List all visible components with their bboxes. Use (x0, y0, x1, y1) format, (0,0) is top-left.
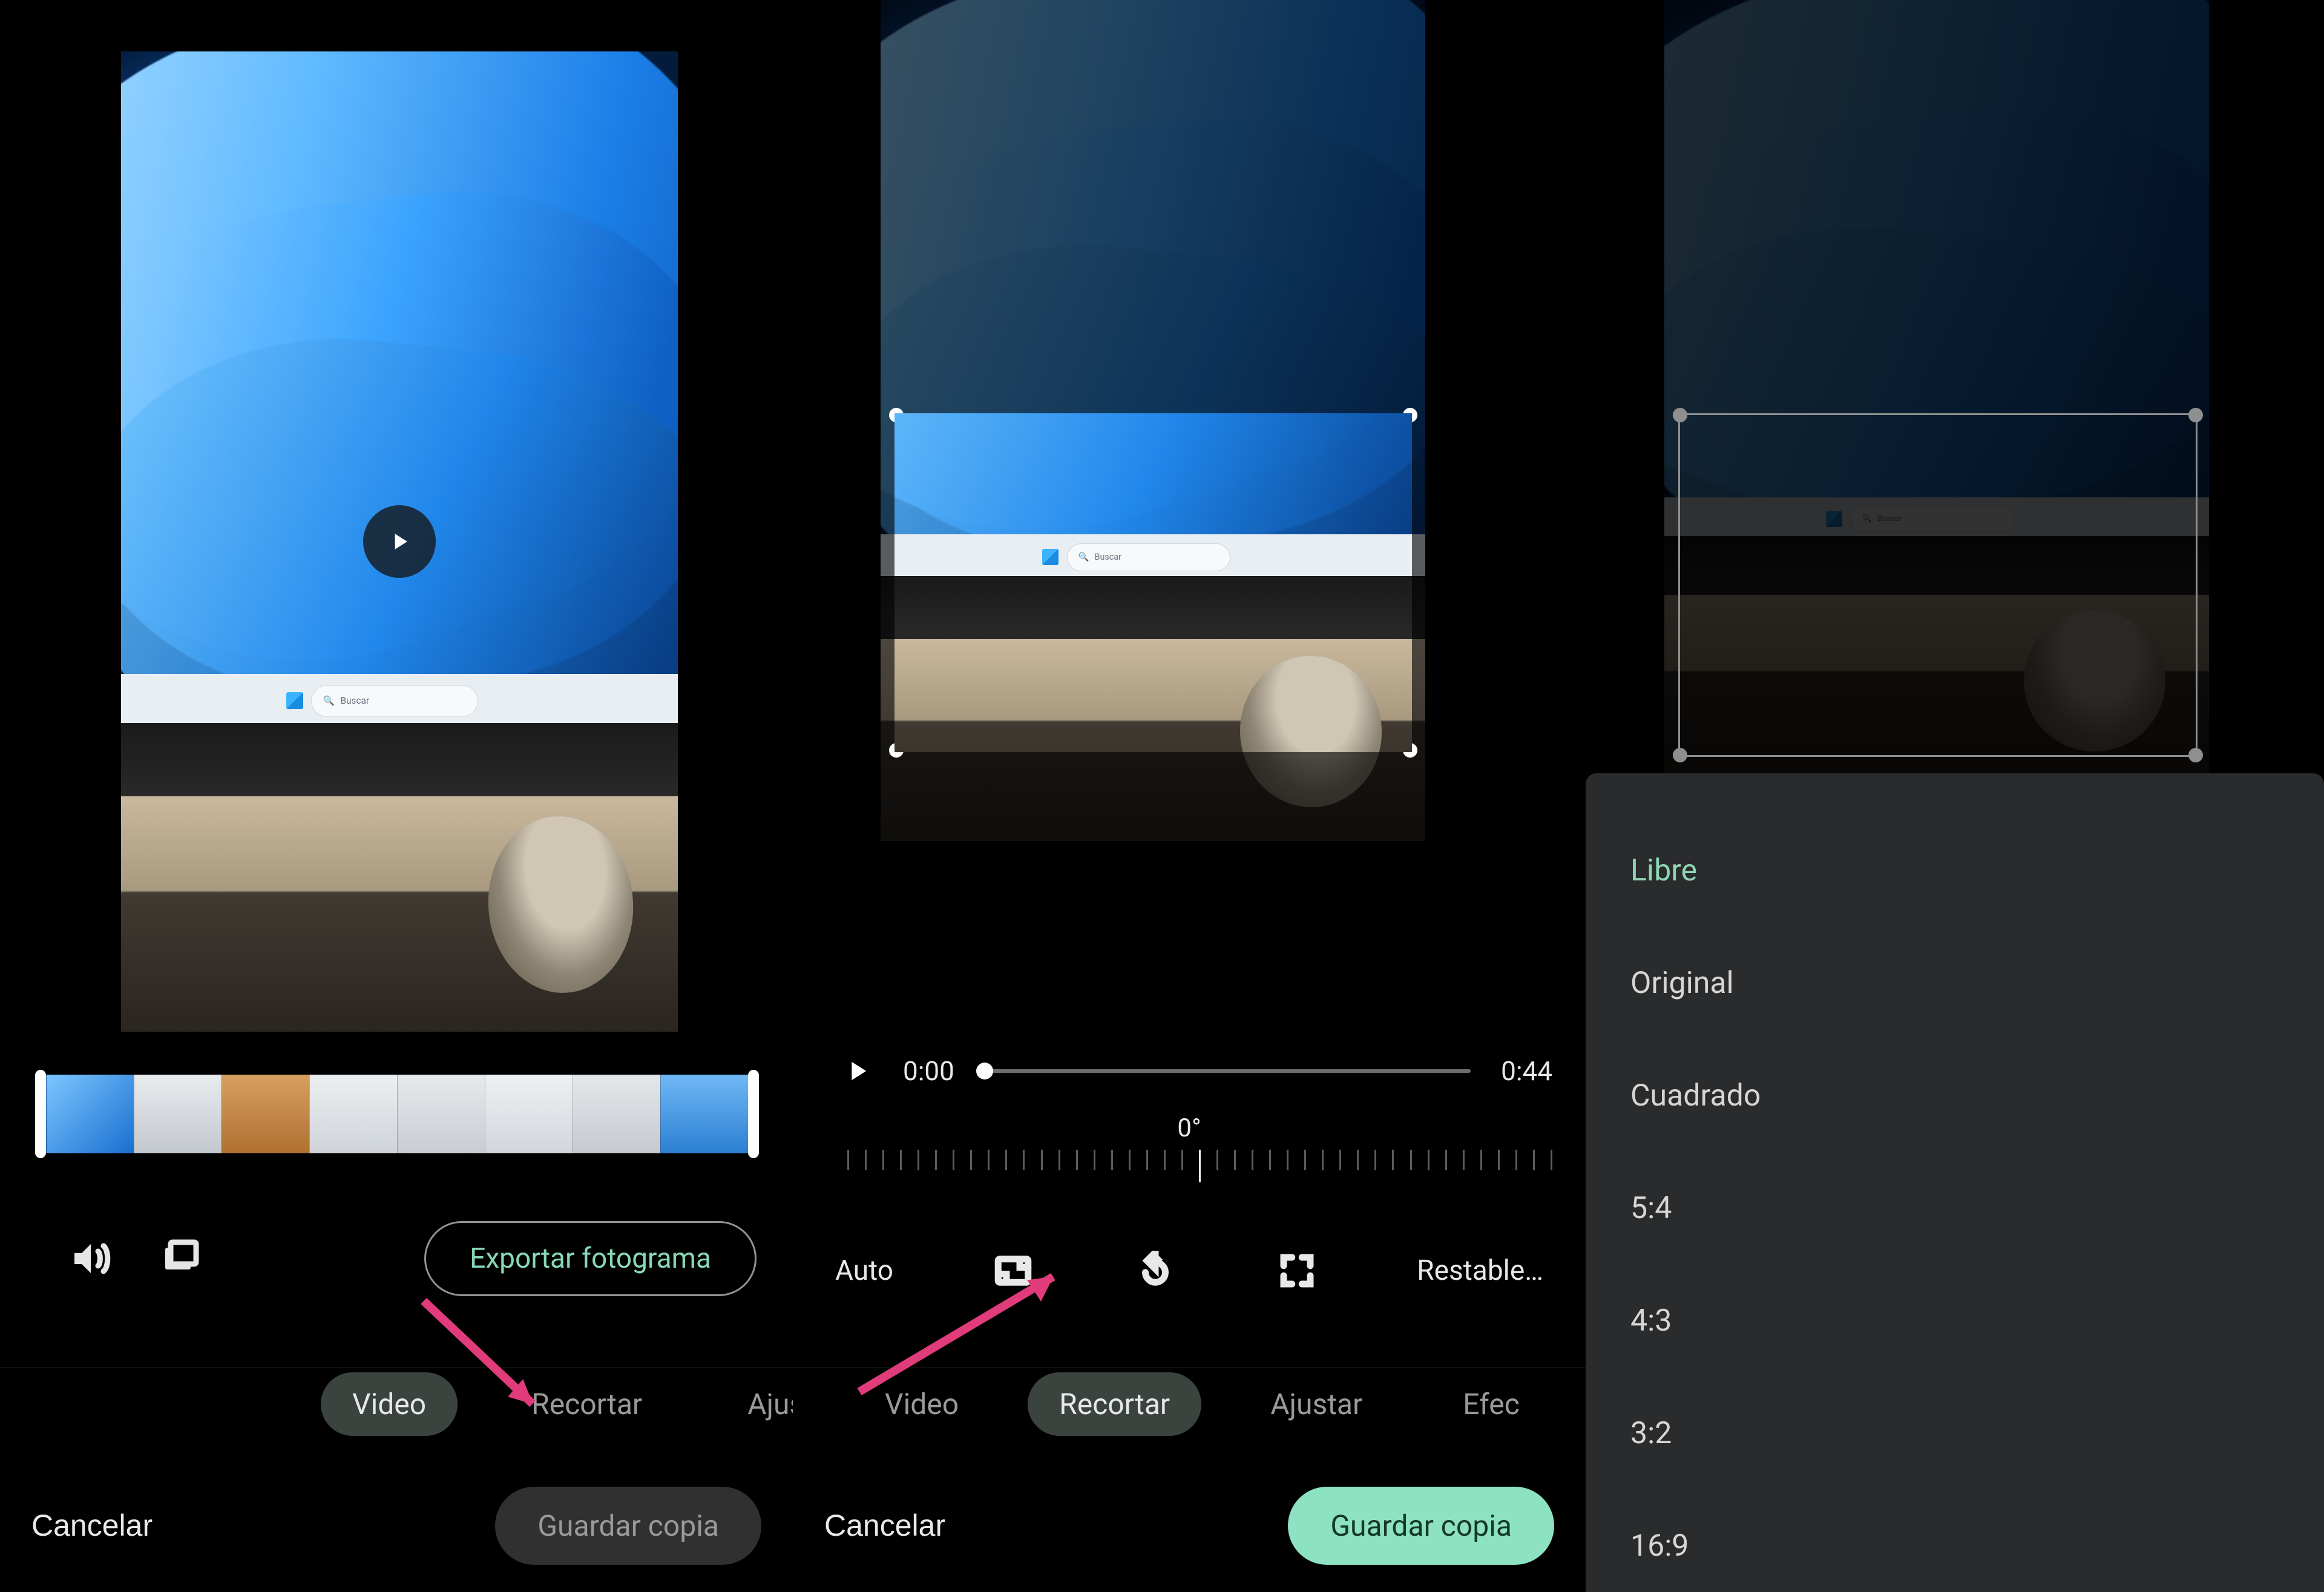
search-placeholder: Buscar (340, 695, 369, 706)
editor-tabs: Video Recortar Ajus (0, 1368, 793, 1440)
crop-visible-region: 🔍Buscar (894, 413, 1412, 752)
rotation-slider[interactable] (847, 1150, 1552, 1198)
footer-bar: Cancelar Guardar copia (0, 1459, 793, 1592)
crop-handle-tr (2188, 408, 2203, 422)
tab-adjust[interactable]: Ajus (716, 1372, 793, 1436)
time-current: 0:00 (903, 1055, 954, 1087)
stabilize-icon[interactable] (157, 1234, 206, 1283)
cancel-button[interactable]: Cancelar (824, 1508, 945, 1543)
crop-handle-br (2188, 748, 2203, 762)
aspect-option-free[interactable]: Libre (1630, 814, 2279, 927)
tab-crop[interactable]: Recortar (500, 1372, 674, 1436)
seek-bar[interactable] (985, 1069, 1471, 1073)
editor-tabs: Video Recortar Ajustar Efec (793, 1368, 1586, 1440)
timeline-strip[interactable] (35, 1075, 759, 1153)
panel-crop-tab: 🔍 Buscar 🔍Buscar (793, 0, 1586, 1592)
tab-effects[interactable]: Efec (1431, 1372, 1551, 1436)
tab-crop[interactable]: Recortar (1028, 1372, 1201, 1436)
footer-bar: Cancelar Guardar copia (793, 1459, 1586, 1592)
aspect-option-square[interactable]: Cuadrado (1630, 1040, 2279, 1152)
aspect-option-original[interactable]: Original (1630, 927, 2279, 1040)
aspect-option-5-4[interactable]: 5:4 (1630, 1152, 2279, 1265)
trim-handle-start[interactable] (35, 1070, 46, 1158)
expand-icon[interactable] (1275, 1248, 1319, 1293)
trim-handle-end[interactable] (748, 1070, 759, 1158)
rotation-readout: 0° (793, 1113, 1586, 1143)
aspect-option-16-9[interactable]: 16:9 (1630, 1490, 2279, 1592)
aspect-ratio-icon[interactable] (991, 1248, 1036, 1293)
play-button[interactable] (841, 1055, 873, 1087)
save-copy-button[interactable]: Guardar copia (495, 1487, 761, 1565)
crop-tools-row: Auto Restable… (793, 1222, 1586, 1319)
save-copy-button[interactable]: Guardar copia (1288, 1487, 1554, 1565)
reset-button[interactable]: Restable… (1417, 1254, 1543, 1287)
crop-handle-bl (1673, 748, 1687, 762)
tab-video[interactable]: Video (853, 1372, 990, 1436)
windows-search-bar: 🔍 Buscar (311, 685, 478, 717)
timeline-frames[interactable] (46, 1075, 748, 1153)
video-preview[interactable]: 🔍 Buscar (121, 51, 678, 1032)
time-total: 0:44 (1501, 1055, 1552, 1087)
panel-aspect-menu: 🔍Buscar Libre Original Cuadrado 5:4 4:3 … (1586, 0, 2324, 1592)
aspect-option-3-2[interactable]: 3:2 (1630, 1377, 2279, 1490)
export-frame-button[interactable]: Exportar fotograma (424, 1221, 757, 1296)
panel-video-tab: 🔍 Buscar (0, 0, 793, 1592)
tab-video[interactable]: Video (321, 1372, 458, 1436)
aspect-option-4-3[interactable]: 4:3 (1630, 1265, 2279, 1377)
crop-rectangle (1678, 413, 2198, 757)
rotate-icon[interactable] (1133, 1248, 1178, 1293)
cancel-button[interactable]: Cancelar (31, 1508, 153, 1543)
tab-adjust[interactable]: Ajustar (1239, 1372, 1394, 1436)
seek-thumb[interactable] (976, 1063, 993, 1079)
windows-start-icon (286, 692, 303, 709)
video-tools-row: Exportar fotograma (0, 1204, 793, 1313)
auto-button[interactable]: Auto (835, 1254, 893, 1287)
play-button[interactable] (363, 505, 436, 578)
search-icon: 🔍 (323, 695, 335, 706)
aspect-ratio-menu: Libre Original Cuadrado 5:4 4:3 3:2 16:9 (1586, 773, 2324, 1592)
crop-handle-tl (1673, 408, 1687, 422)
volume-icon[interactable] (67, 1234, 115, 1283)
playback-row: 0:00 0:44 (841, 1041, 1552, 1101)
